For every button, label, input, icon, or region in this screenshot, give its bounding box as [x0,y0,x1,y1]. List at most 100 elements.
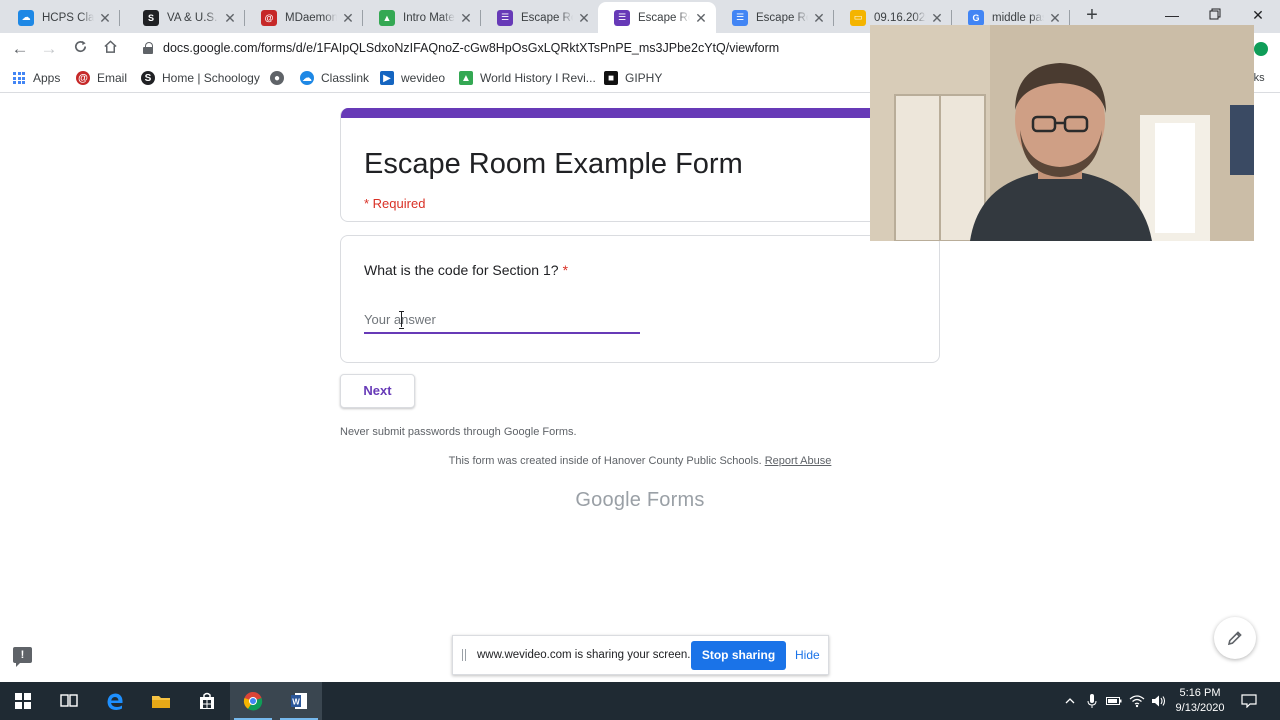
close-tab-icon[interactable]: ✕ [223,11,237,25]
created-by-note: This form was created inside of Hanover … [0,455,1280,467]
wevideo-icon: ▶ [380,71,394,85]
notifications-icon[interactable] [1240,692,1258,710]
bookmark-label: Home | Schoology [162,71,260,85]
windows-taskbar: W 5:16 PM 9/13/2020 [0,682,1280,720]
logo-forms: Forms [646,489,705,511]
drag-handle-icon[interactable] [462,649,466,661]
browser-tab[interactable]: ☰ Escape Room ✕ [716,2,834,33]
edit-button[interactable] [1214,617,1256,659]
bookmark-classlink[interactable]: ☁ Classlink [300,71,369,85]
bookmark-giphy[interactable]: ■ GIPHY [604,71,662,85]
tab-separator [1069,10,1070,26]
tab-title: VA & U.S. History [167,11,219,24]
form-header-card: Escape Room Example Form * Required [340,108,940,222]
classlink-icon: ☁ [300,71,314,85]
globe-icon: ● [270,71,284,85]
reload-button[interactable] [69,38,91,60]
bookmark-label: Classlink [321,71,370,85]
bookmark-label: wevideo [401,71,446,85]
next-button[interactable]: Next [340,374,415,408]
google-drive-icon: ▲ [379,9,395,26]
screen-sharing-bar: www.wevideo.com is sharing your screen. … [452,635,829,675]
minimize-button[interactable]: — [1158,4,1186,26]
back-button[interactable]: ← [9,38,31,60]
browser-tab[interactable]: @ MDaemon Webmail ✕ [245,2,363,33]
browser-tab[interactable]: S VA & U.S. History ✕ [127,2,245,33]
battery-icon[interactable] [1105,692,1123,710]
close-tab-icon[interactable]: ✕ [341,11,355,25]
close-tab-icon[interactable]: ✕ [1048,11,1062,25]
browser-tab[interactable]: ▲ Intro Materials ✕ [363,2,481,33]
close-tab-icon[interactable]: ✕ [577,11,591,25]
feedback-icon[interactable]: ! [13,647,32,667]
close-tab-icon[interactable]: ✕ [812,11,826,25]
edge-icon [107,693,123,710]
taskbar-chrome[interactable] [230,682,276,720]
close-tab-icon[interactable]: ✕ [930,11,944,25]
hide-button[interactable]: Hide [795,648,820,662]
report-abuse-link[interactable]: Report Abuse [765,455,832,467]
bookmark-schoology[interactable]: S Home | Schoology [141,71,260,85]
close-tab-icon[interactable]: ✕ [694,11,708,25]
start-button[interactable] [0,682,46,720]
restore-icon [1209,8,1221,20]
question-text: What is the code for Section 1? [364,262,559,278]
question-card: What is the code for Section 1? * [340,235,940,363]
stop-sharing-button[interactable]: Stop sharing [691,641,786,670]
tab-title: MDaemon Webmail [285,11,337,24]
home-button[interactable] [99,38,121,60]
schoology-icon: S [143,9,159,26]
tab-separator [119,10,120,26]
taskbar-edge[interactable] [92,682,138,720]
bookmark-label: Apps [33,71,61,85]
mdaemon-icon: @ [261,9,277,26]
taskbar-file-explorer[interactable] [138,682,184,720]
classlink-icon: ☁ [18,9,34,26]
browser-tab[interactable]: ☰ Escape Room ✕ [481,2,599,33]
giphy-icon: ■ [604,71,618,85]
tray-overflow-icon[interactable] [1061,692,1079,710]
bookmark-label: GIPHY [625,71,663,85]
form-title: Escape Room Example Form [364,148,743,180]
bookmark-email[interactable]: @ Email [76,71,127,85]
mdaemon-icon: @ [76,71,90,85]
task-view-button[interactable] [46,682,92,720]
address-bar[interactable]: docs.google.com/forms/d/e/1FAIpQLSdxoNzI… [163,41,779,55]
browser-tab[interactable]: ☰ Escape Room ✕ [598,2,716,33]
bookmark-world-history[interactable]: ▲ World History I Revi... [459,71,596,85]
tab-title: middle passage [992,11,1044,24]
extension-icon[interactable] [1254,42,1268,56]
google-forms-logo[interactable]: Google Forms [0,489,1280,512]
microphone-icon[interactable] [1083,692,1101,710]
clock-time: 5:16 PM [1179,687,1221,699]
google-drive-icon: ▲ [459,71,473,85]
bookmark-globe[interactable]: ● [270,71,291,85]
password-warning: Never submit passwords through Google Fo… [340,426,577,438]
question-label: What is the code for Section 1? * [364,262,568,278]
tab-title: 09.16.2020 [874,11,926,24]
google-forms-icon: ☰ [614,9,630,26]
required-star: * [562,262,569,278]
lock-icon [143,42,153,54]
taskbar-store[interactable] [184,682,230,720]
google-forms-icon: ☰ [497,9,513,26]
browser-tab[interactable]: ☁ HCPS Classlink ✕ [2,2,120,33]
forward-button[interactable]: → [38,38,60,60]
close-window-button[interactable]: ✕ [1244,4,1272,26]
taskbar-word[interactable]: W [276,682,322,720]
word-icon: W [291,693,307,709]
close-tab-icon[interactable]: ✕ [459,11,473,25]
answer-input[interactable] [364,310,640,334]
restore-button[interactable] [1201,4,1229,26]
new-tab-button[interactable]: + [1082,5,1102,25]
bookmark-label: Email [97,71,128,85]
close-tab-icon[interactable]: ✕ [98,11,112,25]
webcam-overlay [870,25,1254,241]
tab-title: Escape Room [756,11,808,24]
bookmark-apps[interactable]: Apps [13,71,60,85]
taskbar-clock[interactable]: 5:16 PM 9/13/2020 [1166,686,1234,716]
google-docs-icon: ☰ [732,9,748,26]
wifi-icon[interactable] [1128,692,1146,710]
bookmark-wevideo[interactable]: ▶ wevideo [380,71,445,85]
tab-title: Escape Room [521,11,573,24]
